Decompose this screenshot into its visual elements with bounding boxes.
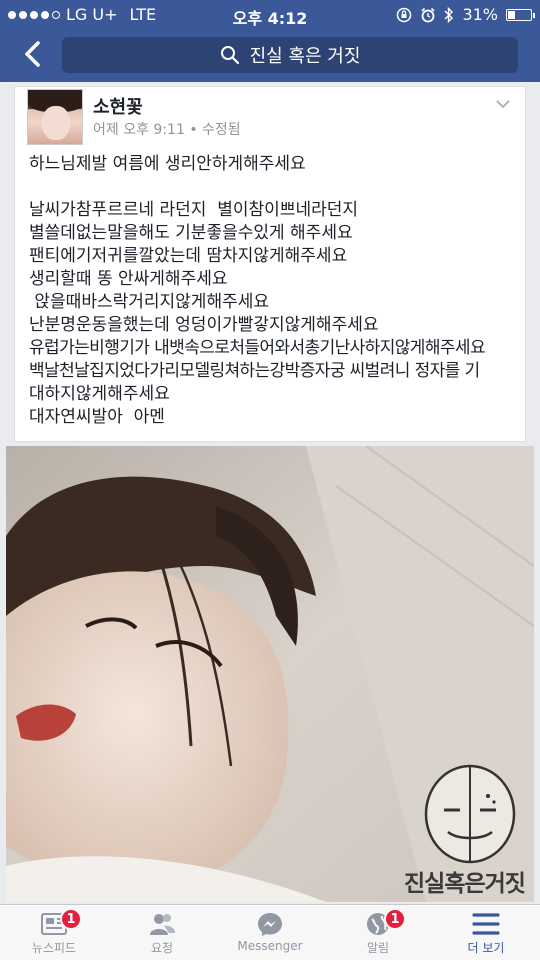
post-line: 날씨가참푸르르네 라던지 별이참이쁘네라던지 — [29, 200, 359, 220]
tab-label: Messenger — [237, 939, 303, 953]
post-line: 난분명운동을했는데 엉덩이가빨갛지않게해주세요 — [29, 315, 379, 335]
search-query: 진실 혹은 거짓 — [249, 46, 361, 67]
tab-messenger[interactable]: Messenger — [216, 905, 324, 960]
notification-badge: 1 — [384, 908, 406, 930]
post-meta: 어제 오후 9:11 • 수정됨 — [93, 119, 241, 139]
alarm-icon — [421, 7, 436, 22]
post-line: 앉을때바스락거리지않게해주세요 — [29, 292, 270, 312]
messenger-icon — [258, 913, 282, 936]
post-line: 하느님제발 여름에 생리안하게해주세요 — [29, 154, 306, 174]
tab-requests[interactable]: 요청 — [108, 905, 216, 960]
tab-label: 뉴스피드 — [31, 941, 77, 955]
battery-percent: 31% — [462, 5, 498, 24]
post-line: 백날천날집지었다가리모델링쳐하는강박증자궁 씨벌려니 정자를 기 — [29, 361, 480, 381]
tab-more[interactable]: 더 보기 — [432, 905, 540, 960]
post-line: 대하지않게해주세요 — [29, 384, 170, 404]
bluetooth-icon — [444, 6, 454, 23]
battery-icon — [506, 8, 535, 21]
post-line: 대자연씨발아 아멘 — [29, 407, 165, 427]
tab-label: 알림 — [366, 941, 390, 955]
post-text: 하느님제발 여름에 생리안하게해주세요 날씨가참푸르르네 라던지 별이참이쁘네라… — [29, 153, 519, 429]
tab-label: 요청 — [150, 941, 174, 955]
chevron-left-icon — [25, 41, 40, 67]
search-bar[interactable]: 진실 혹은 거짓 — [62, 37, 518, 73]
tab-notifications[interactable]: 알림 1 — [324, 905, 432, 960]
post-line: 팬티에기저귀를깔았는데 땀차지않게해주세요 — [29, 246, 348, 266]
friend-requests-icon — [150, 914, 175, 935]
post-card: 소현꽃 어제 오후 9:11 • 수정됨 하느님제발 여름에 생리안하게해주세요… — [14, 86, 526, 442]
meta-separator: • — [189, 122, 198, 138]
avatar[interactable] — [27, 89, 83, 145]
post-edited[interactable]: 수정됨 — [202, 122, 241, 138]
post-time[interactable]: 어제 오후 9:11 — [93, 122, 185, 138]
post-author[interactable]: 소현꽃 — [93, 93, 143, 119]
top-bar: LG U+ LTE 오후 4:12 31% 진실 혹은 거짓 — [0, 0, 540, 82]
photo-illustration — [6, 446, 534, 902]
notification-badge: 1 — [60, 908, 82, 930]
post-line: 별쓸데없는말을해도 기분좋을수있게 해주세요 — [29, 223, 353, 243]
watermark-text: 진실혹은거짓 — [404, 871, 526, 897]
back-button[interactable] — [14, 36, 50, 72]
status-bar: LG U+ LTE 오후 4:12 31% — [0, 0, 540, 30]
search-icon — [220, 46, 239, 65]
lock-rotation-icon — [397, 7, 412, 22]
chevron-down-icon[interactable] — [495, 97, 511, 111]
menu-icon — [472, 913, 500, 935]
tab-news-feed[interactable]: 뉴스피드 1 — [0, 905, 108, 960]
bottom-tab-bar: 뉴스피드 1 요청 Messenger 알림 1 더 보기 — [0, 904, 540, 960]
tab-label: 더 보기 — [467, 941, 505, 955]
post-line: 생리할때 똥 안싸게해주세요 — [29, 269, 228, 289]
post-line: 유럽가는비행기가 내뱃속으로처들어와서총기난사하지않게해주세요 — [29, 338, 486, 358]
post-photo[interactable]: 진실혹은거짓 — [6, 446, 534, 902]
